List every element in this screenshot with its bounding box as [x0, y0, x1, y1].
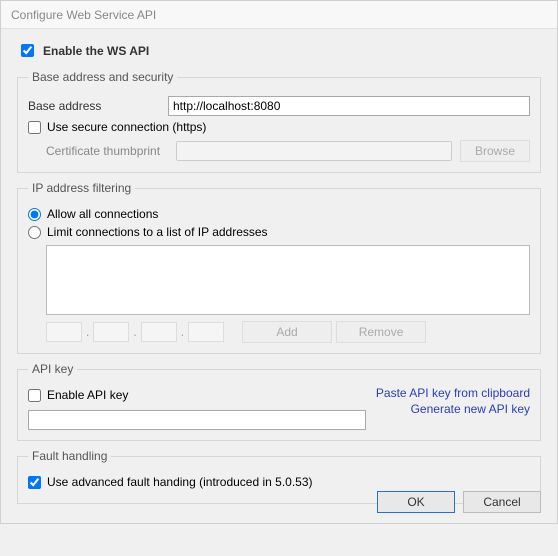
dialog-content: Enable the WS API Base address and secur…	[1, 29, 557, 556]
base-address-label: Base address	[28, 99, 168, 113]
ip-octet-4	[188, 322, 224, 342]
api-key-legend: API key	[28, 362, 77, 376]
fault-handling-legend: Fault handling	[28, 449, 111, 463]
ip-filter-legend: IP address filtering	[28, 181, 135, 195]
limit-list-radio[interactable]	[28, 226, 41, 239]
api-key-group: API key Enable API key Paste API key fro…	[17, 362, 541, 441]
advanced-fault-row: Use advanced fault handing (introduced i…	[28, 475, 530, 489]
use-secure-checkbox[interactable]	[28, 121, 41, 134]
base-address-row: Base address	[28, 96, 530, 116]
cert-thumbprint-input	[176, 141, 452, 161]
window-title: Configure Web Service API	[1, 1, 557, 29]
use-secure-label: Use secure connection (https)	[47, 120, 206, 134]
paste-api-key-link[interactable]: Paste API key from clipboard	[376, 386, 530, 400]
add-ip-button: Add	[242, 321, 332, 343]
ip-filter-group: IP address filtering Allow all connectio…	[17, 181, 541, 354]
advanced-fault-checkbox[interactable]	[28, 476, 41, 489]
api-key-left: Enable API key	[28, 384, 366, 430]
enable-api-key-label: Enable API key	[47, 388, 128, 402]
ip-octet-1	[46, 322, 82, 342]
use-secure-row: Use secure connection (https)	[28, 120, 530, 134]
dialog-footer: OK Cancel	[377, 491, 541, 513]
base-address-security-legend: Base address and security	[28, 70, 177, 84]
generate-api-key-link[interactable]: Generate new API key	[376, 402, 530, 416]
dialog-window: Configure Web Service API Enable the WS …	[0, 0, 558, 524]
ip-list-container: . . . Add Remove	[46, 245, 530, 343]
browse-button: Browse	[460, 140, 530, 162]
enable-api-checkbox[interactable]	[21, 44, 34, 57]
remove-ip-button: Remove	[336, 321, 426, 343]
enable-api-key-row: Enable API key	[28, 388, 366, 402]
dot-icon: .	[86, 325, 89, 339]
ip-controls-row: . . . Add Remove	[46, 321, 530, 343]
enable-api-key-checkbox[interactable]	[28, 389, 41, 402]
limit-list-label: Limit connections to a list of IP addres…	[47, 225, 268, 239]
allow-all-label: Allow all connections	[47, 207, 158, 221]
cert-row: Certificate thumbprint Browse	[46, 140, 530, 162]
base-address-security-group: Base address and security Base address U…	[17, 70, 541, 173]
cancel-button[interactable]: Cancel	[463, 491, 541, 513]
enable-api-row: Enable the WS API	[17, 41, 541, 60]
enable-api-label: Enable the WS API	[43, 44, 149, 58]
api-key-block: Enable API key Paste API key from clipbo…	[28, 384, 530, 430]
ip-address-listbox[interactable]	[46, 245, 530, 315]
cert-label: Certificate thumbprint	[46, 144, 168, 158]
ip-octet-2	[93, 322, 129, 342]
api-key-links: Paste API key from clipboard Generate ne…	[376, 384, 530, 418]
limit-list-row: Limit connections to a list of IP addres…	[28, 225, 530, 239]
advanced-fault-label: Use advanced fault handing (introduced i…	[47, 475, 313, 489]
allow-all-radio[interactable]	[28, 208, 41, 221]
ok-button[interactable]: OK	[377, 491, 455, 513]
allow-all-row: Allow all connections	[28, 207, 530, 221]
ip-octet-3	[141, 322, 177, 342]
api-key-input[interactable]	[28, 410, 366, 430]
dot-icon: .	[133, 325, 136, 339]
dot-icon: .	[181, 325, 184, 339]
base-address-input[interactable]	[168, 96, 530, 116]
